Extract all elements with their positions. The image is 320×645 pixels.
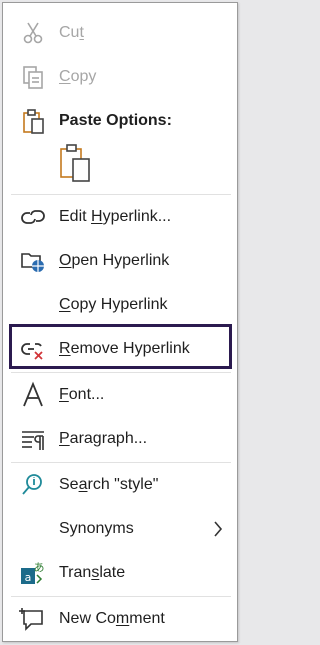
svg-text:a: a <box>25 571 32 584</box>
menu-item-translate[interactable]: a あ Translate <box>3 555 237 591</box>
paste-keep-source-button[interactable] <box>57 141 97 187</box>
search-icon <box>19 471 47 499</box>
svg-text:あ: あ <box>34 561 45 574</box>
menu-item-font[interactable]: Font... <box>3 377 237 413</box>
menu-item-synonyms[interactable]: Synonyms <box>3 511 237 547</box>
menu-item-label: Copy <box>59 68 97 85</box>
menu-item-label: Paragraph... <box>59 430 148 447</box>
link-icon <box>19 203 47 231</box>
menu-item-label: Font... <box>59 386 105 403</box>
menu-item-cut[interactable]: Cut <box>3 15 237 51</box>
separator <box>11 372 231 373</box>
translate-icon: a あ <box>19 559 47 587</box>
paragraph-icon <box>19 425 47 453</box>
menu-item-edit-hyperlink[interactable]: Edit Hyperlink... <box>3 199 237 235</box>
separator <box>11 596 231 597</box>
selection-highlight <box>9 324 232 369</box>
menu-item-label: Search "style" <box>59 476 159 493</box>
menu-item-paragraph[interactable]: Paragraph... <box>3 421 237 457</box>
scissors-icon <box>19 19 47 47</box>
menu-item-new-comment[interactable]: New Comment <box>3 601 237 637</box>
menu-item-label: Open Hyperlink <box>59 252 170 269</box>
menu-item-label: Synonyms <box>59 520 134 537</box>
menu-item-label: Translate <box>59 564 126 581</box>
open-link-icon <box>19 247 47 275</box>
menu-item-label: Edit Hyperlink... <box>59 208 172 225</box>
separator <box>11 462 231 463</box>
font-icon <box>19 381 47 409</box>
menu-item-copy-hyperlink[interactable]: Copy Hyperlink <box>3 287 237 323</box>
menu-item-open-hyperlink[interactable]: Open Hyperlink <box>3 243 237 279</box>
copy-icon <box>19 63 47 91</box>
chevron-right-icon <box>213 520 223 538</box>
new-comment-icon <box>19 605 47 633</box>
menu-item-copy[interactable]: Copy <box>3 59 237 95</box>
separator <box>11 194 231 195</box>
menu-item-search[interactable]: Search "style" <box>3 467 237 503</box>
paste-keep-source-icon <box>57 144 97 191</box>
context-menu: Cut Copy Paste Options: Edit Hyperlink..… <box>2 2 238 642</box>
menu-item-label: Cut <box>59 24 84 41</box>
paste-options-label: Paste Options: <box>59 112 172 129</box>
clipboard-icon <box>19 107 47 135</box>
menu-item-label: New Comment <box>59 610 165 627</box>
menu-item-label: Copy Hyperlink <box>59 296 168 313</box>
paste-options-header: Paste Options: <box>3 103 237 139</box>
